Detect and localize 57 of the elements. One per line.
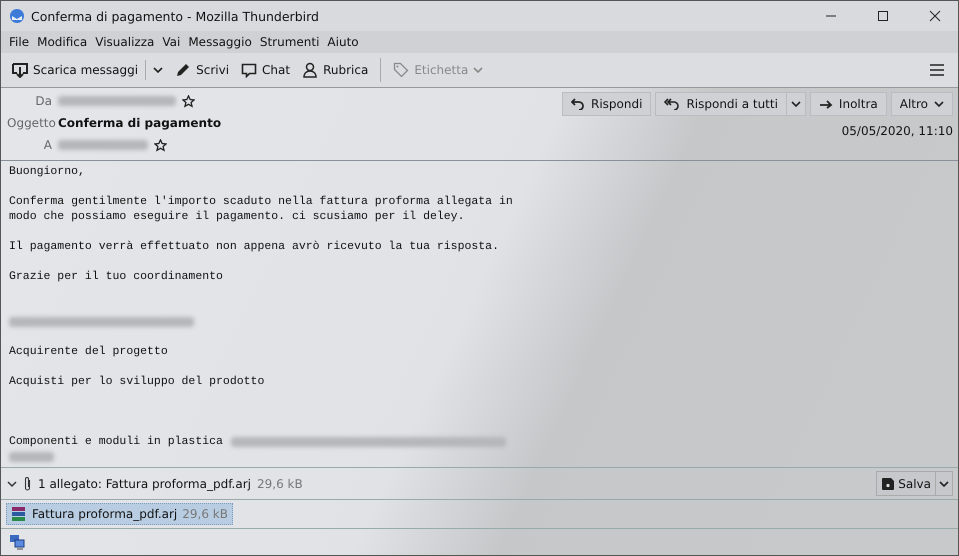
message-action-button[interactable]: Inoltra: [810, 92, 887, 116]
body-text-line: Acquirente del progetto: [9, 344, 169, 359]
attachment-summary: 1 allegato: Fattura proforma_pdf.arj: [38, 476, 251, 490]
message-action-button[interactable]: Rispondi a tutti: [655, 92, 787, 116]
menu-item[interactable]: Modifica: [33, 35, 92, 49]
menu-item[interactable]: Aiuto: [323, 35, 363, 49]
caret-icon: [790, 100, 801, 108]
body-text-line: Il pagamento verrà effettuato non appena avrò ricevuto la tua risposta.: [9, 239, 500, 254]
caret-icon: [153, 66, 164, 74]
save-button[interactable]: Salva: [876, 471, 936, 496]
body-text-line: Conferma gentilmente l'importo scaduto nella fattura proforma allegata in: [9, 194, 514, 209]
window-title: Conferma di pagamento - Mozilla Thunderbird: [31, 8, 319, 24]
dropdown-button[interactable]: [936, 471, 953, 496]
attachment-size: 29,6 kB: [256, 476, 303, 490]
caret-icon: [939, 480, 949, 488]
body-text-line: Acquisti per lo sviluppo del prodotto: [9, 374, 266, 389]
paperclip-icon: [23, 476, 32, 492]
body-text-line: Grazie per il tuo coordinamento: [9, 269, 224, 284]
from-label: Da: [34, 94, 52, 108]
network-computers-icon: [9, 534, 25, 550]
chevron-icon[interactable]: [7, 480, 17, 488]
message-action-button[interactable]: Rispondi: [562, 92, 652, 116]
download-tray-icon: [12, 62, 28, 78]
attachment-name: Fattura proforma_pdf.arj: [32, 507, 178, 521]
attachment-item[interactable]: Fattura proforma_pdf.arj 29,6 kB: [6, 503, 233, 525]
subject-text: Conferma di pagamento: [58, 116, 222, 130]
toolbar-button[interactable]: Scrivi: [170, 58, 234, 82]
attachment-size: 29,6 kB: [182, 507, 228, 521]
toolbar-button[interactable]: Rubrica: [297, 58, 374, 82]
menu-item[interactable]: Messaggio: [184, 35, 256, 49]
body-text-line: Componenti e moduli in plastica: [9, 434, 223, 449]
tag-icon: [393, 62, 410, 78]
dropdown-button[interactable]: [786, 92, 806, 116]
menu-icon[interactable]: [930, 64, 944, 76]
body-text-line: modo che possiamo eseguire il pagamento. ci scusiamo per il deley.: [9, 209, 466, 224]
menu-item[interactable]: Visualizza: [91, 35, 158, 49]
person-icon: [302, 62, 318, 78]
caret-icon: [934, 100, 944, 108]
toolbar-button[interactable]: Scarica messaggi: [7, 58, 144, 82]
toolbar-button[interactable]: Chat: [236, 58, 296, 82]
chat-bubble-icon: [241, 62, 258, 78]
redacted-text: [9, 452, 54, 462]
double-reply-arrow-icon: [664, 98, 680, 110]
menu-item[interactable]: Vai: [158, 35, 184, 49]
menu-item[interactable]: Strumenti: [256, 35, 324, 49]
message-action-button[interactable]: Altro: [890, 92, 953, 116]
to-label: A: [42, 138, 52, 152]
reply-arrow-icon: [570, 98, 585, 110]
message-date: 05/05/2020, 11:10: [842, 124, 953, 138]
caret-icon: [473, 66, 484, 74]
pencil-icon: [175, 62, 192, 78]
right-arrow-icon: [818, 99, 833, 109]
body-text-line: Buongiorno,: [9, 164, 86, 179]
star-icon[interactable]: [154, 138, 167, 152]
archive-books-icon: [11, 506, 27, 522]
star-icon[interactable]: [182, 94, 195, 108]
menu-item[interactable]: File: [5, 35, 34, 49]
